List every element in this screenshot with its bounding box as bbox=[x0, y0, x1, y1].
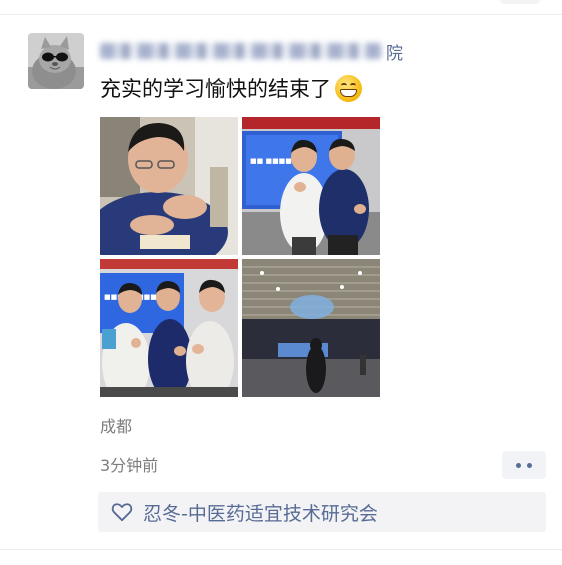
post-text-content: 充实的学习愉快的结束了 bbox=[100, 77, 331, 101]
author-name-visible-part: 院 bbox=[386, 43, 403, 64]
moments-post-page: 院 充实的学习愉快的结束了 ■■ ■■■■ ■■■ 成都 3分钟前 忍冬-中医药… bbox=[0, 0, 562, 565]
photo-4[interactable] bbox=[242, 259, 380, 397]
location-link[interactable]: 成都 bbox=[100, 416, 132, 438]
avatar[interactable] bbox=[28, 33, 84, 89]
post-text: 充实的学习愉快的结束了 bbox=[100, 72, 362, 104]
heart-icon bbox=[111, 503, 133, 522]
liker-name[interactable]: 忍冬-中医药适宜技术研究会 bbox=[143, 499, 378, 526]
photo-3-image: ■■■■■■■■ bbox=[100, 259, 238, 397]
more-dot-icon bbox=[527, 462, 532, 468]
photo-3[interactable]: ■■■■■■■■ bbox=[100, 259, 238, 397]
photo-2-image: ■■ ■■■■ ■■■ bbox=[242, 117, 380, 255]
likes-panel: 忍冬-中医药适宜技术研究会 bbox=[98, 492, 546, 532]
author-name[interactable]: 院 bbox=[100, 40, 403, 64]
photo-4-image bbox=[242, 259, 380, 397]
grinning-face-emoji-icon bbox=[335, 74, 362, 102]
author-name-redacted bbox=[100, 43, 382, 59]
post-time: 3分钟前 bbox=[100, 456, 159, 475]
bottom-divider bbox=[0, 549, 562, 550]
photo-1-image bbox=[100, 117, 238, 255]
cat-avatar-icon bbox=[28, 33, 84, 89]
photo-2[interactable]: ■■ ■■■■ ■■■ bbox=[242, 117, 380, 255]
more-actions-button[interactable] bbox=[502, 451, 546, 479]
more-dot-icon bbox=[516, 462, 521, 468]
previous-more-button[interactable] bbox=[500, 0, 540, 4]
previous-post-divider bbox=[0, 0, 562, 15]
photo-1[interactable] bbox=[100, 117, 238, 255]
